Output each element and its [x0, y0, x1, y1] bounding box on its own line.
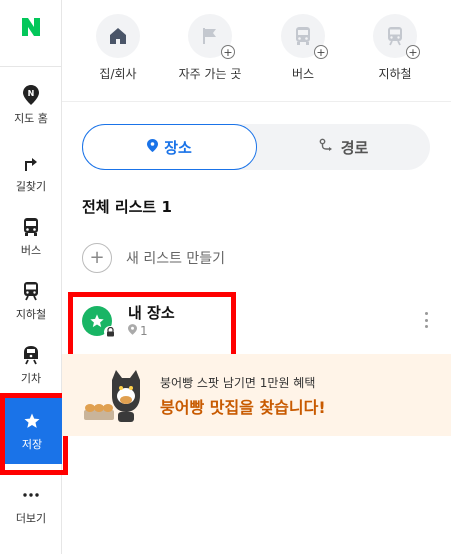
map-pin-icon: N — [20, 84, 42, 106]
naver-n-logo-icon — [19, 15, 43, 39]
new-list-button[interactable]: + 새 리스트 만들기 — [82, 243, 225, 273]
category-label: 자주 가는 곳 — [178, 67, 242, 81]
rail-divider — [0, 66, 62, 67]
more-options-icon[interactable] — [421, 310, 431, 330]
saved-type-tabs: 장소 경로 — [82, 124, 430, 170]
rail-item-more[interactable]: 더보기 — [0, 472, 62, 534]
route-icon — [319, 138, 335, 156]
list-name: 내 장소 — [128, 304, 175, 322]
rail-item-train[interactable]: 기차 — [0, 332, 62, 394]
banner-subtitle: 붕어빵 스팟 남기면 1만원 혜택 — [160, 376, 316, 390]
rail-label: 기차 — [20, 372, 42, 385]
plus-icon: + — [82, 243, 112, 273]
tab-routes[interactable]: 경로 — [257, 124, 430, 170]
tab-label: 경로 — [340, 138, 369, 157]
bus-icon — [20, 216, 42, 238]
subway-icon: + — [373, 14, 420, 59]
category-subway[interactable]: + 지하철 — [355, 14, 435, 82]
add-badge: + — [221, 45, 235, 59]
location-pin-icon — [147, 138, 159, 156]
train-icon — [20, 344, 42, 366]
flag-icon: + — [188, 14, 235, 59]
count-value: 1 — [140, 324, 148, 338]
cat-with-bungeoppang-icon — [82, 366, 140, 426]
category-bus[interactable]: + 버스 — [263, 14, 343, 82]
directions-arrow-icon — [20, 152, 42, 174]
category-label: 지하철 — [378, 67, 412, 81]
category-frequent-places[interactable]: + 자주 가는 곳 — [170, 14, 250, 82]
rail-item-map-home[interactable]: N 지도 홈 — [0, 72, 62, 134]
more-dots-icon — [20, 484, 42, 506]
add-badge: + — [406, 45, 420, 59]
lock-icon — [104, 326, 116, 338]
add-badge: + — [314, 45, 328, 59]
banner-title: 붕어빵 맛집을 찾습니다! — [160, 398, 326, 417]
rail-label: 지하철 — [15, 308, 47, 321]
category-label: 버스 — [291, 67, 315, 81]
rail-label: 지도 홈 — [14, 112, 48, 125]
saved-list-row[interactable]: 내 장소 1 — [62, 292, 451, 354]
rail-item-bus[interactable]: 버스 — [0, 204, 62, 266]
home-icon — [96, 14, 140, 58]
star-icon — [21, 410, 43, 432]
bus-icon: + — [281, 14, 328, 59]
category-label: 집/회사 — [99, 67, 137, 81]
favorite-categories: 집/회사 + 자주 가는 곳 + 버스 + 지하철 — [62, 0, 451, 102]
tab-label: 장소 — [164, 138, 192, 157]
rail-label: 더보기 — [15, 512, 47, 525]
location-pin-icon — [128, 324, 137, 338]
rail-label: 길찾기 — [15, 180, 47, 193]
rail-item-directions[interactable]: 길찾기 — [0, 140, 62, 202]
rail-label: 버스 — [20, 244, 42, 257]
rail-item-saved[interactable]: 저장 — [2, 398, 62, 464]
rail-item-subway[interactable]: 지하철 — [0, 268, 62, 330]
subway-icon — [20, 280, 42, 302]
tab-places[interactable]: 장소 — [82, 124, 257, 170]
naver-logo[interactable] — [0, 0, 62, 54]
rail-label: 저장 — [21, 438, 43, 451]
category-home-work[interactable]: 집/회사 — [78, 14, 158, 82]
list-place-count: 1 — [128, 324, 148, 338]
list-header: 전체 리스트 1 — [82, 198, 172, 216]
new-list-label: 새 리스트 만들기 — [126, 251, 226, 267]
left-navigation-rail: N 지도 홈 길찾기 버스 지하철 기차 저장 더보기 — [0, 0, 62, 554]
svg-text:N: N — [28, 89, 35, 98]
promo-banner[interactable]: 붕어빵 스팟 남기면 1만원 혜택 붕어빵 맛집을 찾습니다! — [62, 354, 451, 436]
